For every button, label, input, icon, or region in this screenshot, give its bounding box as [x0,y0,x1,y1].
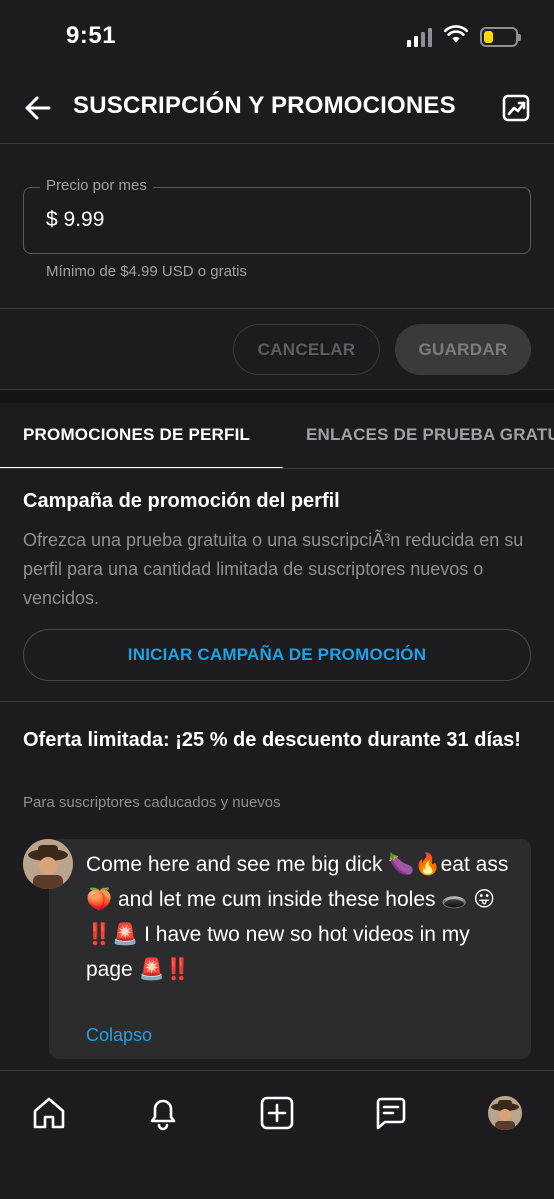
header: SUSCRIPCIÓN Y PROMOCIONES [0,72,554,144]
avatar[interactable] [23,839,73,889]
nav-create[interactable] [257,1093,297,1133]
promo-message-text: Come here and see me big dick 🍆🔥eat ass … [86,847,518,987]
profile-avatar [488,1096,522,1130]
nav-profile[interactable] [485,1093,525,1133]
back-button[interactable] [20,90,56,126]
active-tab-indicator [0,467,283,468]
nav-messages[interactable] [371,1093,411,1133]
nav-notifications[interactable] [143,1093,183,1133]
price-label: Precio por mes [40,177,153,194]
statistics-button[interactable] [498,90,534,126]
signal-icon [407,27,432,47]
offer-section: Oferta limitada: ¡25 % de descuento dura… [0,703,554,1070]
promo-message-body: Come here and see me big dick 🍆🔥eat ass … [86,853,509,981]
offer-subtitle: Para suscriptores caducados y nuevos [23,794,281,811]
status-bar: 9:51 [0,0,554,72]
bottom-navigation [0,1070,554,1199]
price-section: Precio por mes $ 9.99 Mínimo de $4.99 US… [0,145,554,309]
message-icon [376,1097,406,1130]
cancel-button[interactable]: CANCELAR [233,324,380,375]
status-time: 9:51 [66,22,117,49]
home-icon [33,1097,65,1129]
offer-title: Oferta limitada: ¡25 % de descuento dura… [23,729,521,751]
save-button[interactable]: GUARDAR [395,324,531,375]
nav-home[interactable] [29,1093,69,1133]
price-input[interactable]: Precio por mes $ 9.99 [23,177,531,254]
trending-chart-icon [502,94,530,122]
price-value[interactable]: $ 9.99 [46,208,104,232]
tab-free-trial-links[interactable]: ENLACES DE PRUEBA GRATUITA [306,425,554,445]
campaign-title: Campaña de promoción del perfil [23,490,340,512]
section-divider [0,389,554,403]
page-title: SUSCRIPCIÓN Y PROMOCIONES [73,92,456,119]
tab-bar: PROMOCIONES DE PERFIL ENLACES DE PRUEBA … [0,403,554,469]
price-hint: Mínimo de $4.99 USD o gratis [46,263,247,280]
action-bar: CANCELAR GUARDAR [0,310,554,390]
wifi-icon [443,25,469,48]
start-campaign-button[interactable]: INICIAR CAMPAÑA DE PROMOCIÓN [23,629,531,681]
promo-message-card: Come here and see me big dick 🍆🔥eat ass … [49,839,531,1059]
campaign-description: Ofrezca una prueba gratuita o una suscri… [23,530,524,608]
bell-icon [150,1099,176,1131]
collapse-link[interactable]: Colapso [86,1025,152,1046]
add-square-icon [260,1096,294,1130]
tab-profile-promotions[interactable]: PROMOCIONES DE PERFIL [23,425,250,445]
status-icons [407,25,521,48]
battery-icon [480,26,521,47]
arrow-left-icon [25,96,51,120]
campaign-section: Campaña de promoción del perfil Ofrezca … [0,470,554,702]
